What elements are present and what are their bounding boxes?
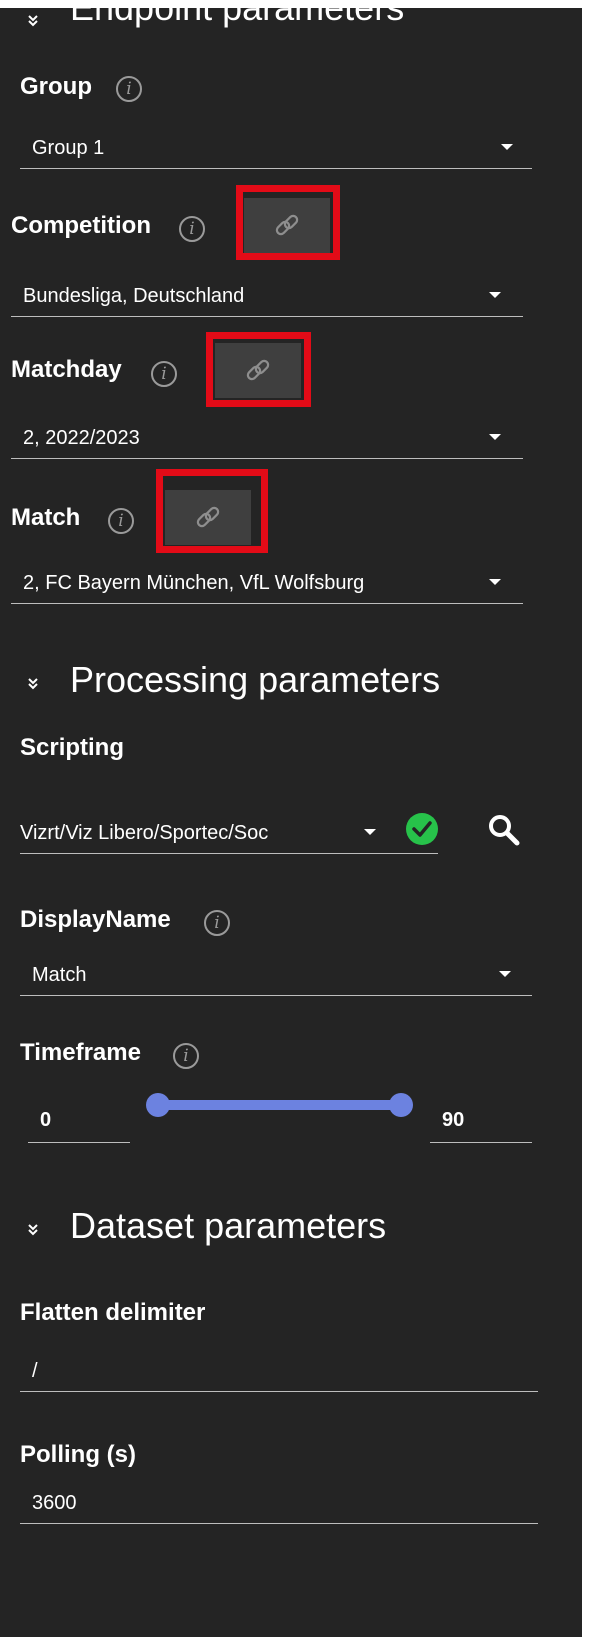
- flatten-delimiter-value: /: [32, 1360, 38, 1382]
- chevron-down-icon: [364, 829, 376, 835]
- highlight-box: [236, 185, 340, 260]
- competition-select-value: Bundesliga, Deutschland: [23, 285, 245, 307]
- chevron-down-icon: [501, 144, 513, 150]
- group-select-value: Group 1: [32, 137, 105, 159]
- matchday-select[interactable]: 2, 2022/2023: [11, 413, 523, 459]
- section-title-processing: Processing parameters: [70, 659, 441, 700]
- timeframe-min-input[interactable]: 0: [28, 1098, 130, 1143]
- scripting-select-value: Vizrt/Viz Libero/Sportec/Soc: [20, 822, 269, 844]
- group-select[interactable]: Group 1: [20, 123, 532, 169]
- info-icon[interactable]: i: [151, 361, 177, 387]
- timeframe-slider-min-handle[interactable]: [146, 1093, 170, 1117]
- field-label-group: Group: [20, 73, 92, 100]
- check-circle-icon: [406, 813, 438, 845]
- field-label-timeframe: Timeframe: [20, 1039, 141, 1066]
- timeframe-slider-max-handle[interactable]: [389, 1093, 413, 1117]
- scripting-select[interactable]: Vizrt/Viz Libero/Sportec/Soc: [20, 808, 438, 854]
- displayname-select[interactable]: Match: [20, 950, 532, 996]
- match-select-value: 2, FC Bayern München, VfL Wolfsburg: [23, 572, 365, 594]
- timeframe-max-input[interactable]: 90: [430, 1098, 532, 1143]
- highlight-box: [156, 469, 268, 553]
- field-label-scripting: Scripting: [20, 734, 125, 761]
- chevron-down-icon: [499, 971, 511, 977]
- matchday-select-value: 2, 2022/2023: [23, 427, 140, 449]
- timeframe-max-value: 90: [442, 1109, 465, 1131]
- field-label-matchday: Matchday: [11, 356, 122, 383]
- settings-panel: Endpoint parameters Group i Group 1 Comp…: [0, 8, 582, 1637]
- field-label-polling: Polling (s): [20, 1441, 136, 1468]
- highlight-box: [206, 332, 311, 407]
- info-icon[interactable]: i: [173, 1043, 199, 1069]
- timeframe-min-value: 0: [40, 1109, 52, 1131]
- chevron-down-icon: [489, 579, 501, 585]
- polling-input[interactable]: 3600: [20, 1478, 538, 1524]
- field-label-displayname: DisplayName: [20, 906, 171, 933]
- chevron-collapse-icon[interactable]: [26, 677, 40, 691]
- chevron-down-icon: [489, 292, 501, 298]
- section-title-dataset: Dataset parameters: [70, 1205, 387, 1246]
- field-label-competition: Competition: [11, 212, 151, 239]
- info-icon[interactable]: i: [108, 508, 134, 534]
- field-label-flatten-delimiter: Flatten delimiter: [20, 1299, 206, 1326]
- search-icon[interactable]: [487, 813, 521, 847]
- flatten-delimiter-input[interactable]: /: [20, 1346, 538, 1392]
- competition-select[interactable]: Bundesliga, Deutschland: [11, 271, 523, 317]
- match-select[interactable]: 2, FC Bayern München, VfL Wolfsburg: [11, 558, 523, 604]
- displayname-select-value: Match: [32, 964, 87, 986]
- chevron-down-icon: [489, 434, 501, 440]
- polling-value: 3600: [32, 1492, 77, 1514]
- field-label-match: Match: [11, 504, 81, 531]
- timeframe-slider-track[interactable]: [155, 1100, 411, 1110]
- info-icon[interactable]: i: [179, 216, 205, 242]
- info-icon[interactable]: i: [116, 76, 142, 102]
- chevron-collapse-icon[interactable]: [26, 14, 40, 28]
- info-icon[interactable]: i: [204, 910, 230, 936]
- chevron-collapse-icon[interactable]: [26, 1223, 40, 1237]
- section-title-endpoint: Endpoint parameters: [70, 8, 404, 30]
